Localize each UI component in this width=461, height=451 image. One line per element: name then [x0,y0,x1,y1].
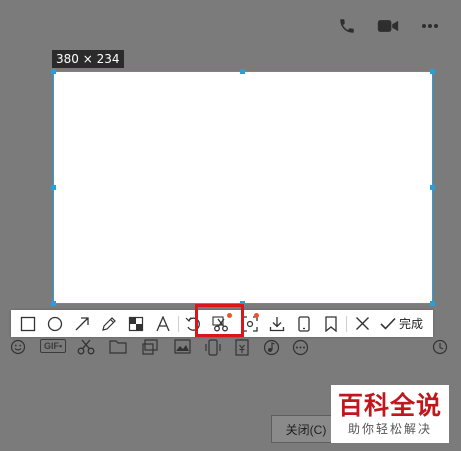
rectangle-tool-icon[interactable] [14,310,41,337]
gif-icon[interactable]: GIF▪ [40,339,67,353]
resize-handle-left[interactable] [51,185,56,190]
checkmark-icon [380,317,396,330]
cancel-close-icon[interactable] [349,310,376,337]
music-icon[interactable] [263,339,280,361]
selection-size-label: 380 × 234 [52,50,124,68]
screenshot-scissors-icon[interactable] [77,339,95,360]
folder-icon[interactable] [109,339,127,359]
more-chat-tools-icon[interactable] [292,339,309,361]
resize-handle-bottom-right[interactable] [430,301,435,306]
resize-handle-top[interactable] [240,69,245,74]
video-call-icon[interactable] [375,13,401,39]
image-icon[interactable] [174,339,191,359]
done-label: 完成 [399,317,424,331]
emoji-icon[interactable] [10,339,26,360]
screen-overlay: 380 × 234 GIF▪ 完成 关闭(C) 百科全说 助你轻松解决 [0,0,461,451]
mosaic-tool-icon[interactable] [122,310,149,337]
gallery-icon[interactable] [142,339,160,360]
pin-bookmark-tool-icon[interactable] [317,310,344,337]
watermark-subtitle: 助你轻松解决 [347,422,432,436]
message-history-clock-icon[interactable] [432,339,448,360]
chat-input-toolbar [0,337,461,359]
red-packet-icon[interactable] [235,339,249,361]
more-options-icon[interactable] [417,13,443,39]
shake-icon[interactable] [204,339,222,361]
pencil-tool-icon[interactable] [95,310,122,337]
watermark-logo: 百科全说 助你轻松解决 [331,385,449,443]
ellipse-tool-icon[interactable] [41,310,68,337]
resize-handle-right[interactable] [430,185,435,190]
capture-selection-area[interactable] [51,69,435,306]
arrow-tool-icon[interactable] [68,310,95,337]
new-feature-badge [254,313,259,318]
download-tool-icon[interactable] [263,310,290,337]
watermark-title: 百科全说 [337,392,442,420]
done-button[interactable]: 完成 [376,310,427,337]
resize-handle-top-left[interactable] [51,69,56,74]
phone-call-icon[interactable] [334,13,360,39]
resize-handle-top-right[interactable] [430,69,435,74]
toolbar-separator [178,315,179,332]
toolbar-separator [346,315,347,332]
text-tool-icon[interactable] [149,310,176,337]
highlight-box [195,304,244,337]
resize-handle-bottom-left[interactable] [51,301,56,306]
phone-send-tool-icon[interactable] [290,310,317,337]
